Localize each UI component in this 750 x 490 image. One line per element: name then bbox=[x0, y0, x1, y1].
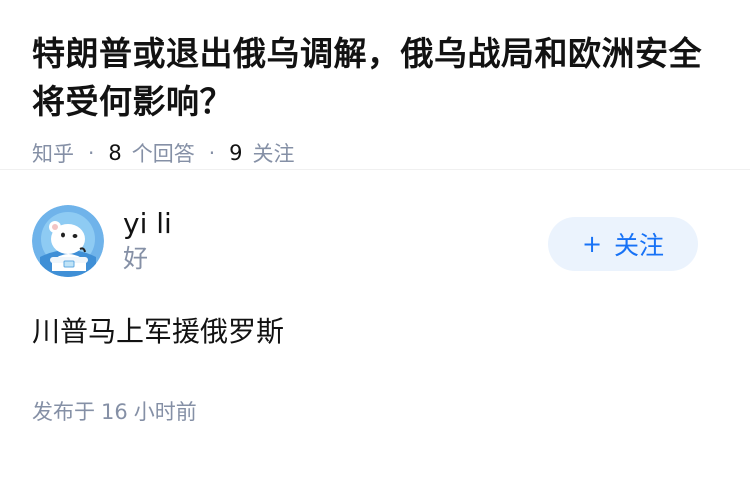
time-prefix: 发布于 bbox=[32, 400, 95, 424]
follow-count-label[interactable]: 关注 bbox=[252, 138, 294, 168]
follow-button-label: 关注 bbox=[614, 231, 665, 260]
answer-content[interactable]: 川普马上军援俄罗斯 bbox=[32, 312, 718, 352]
answer-count-label[interactable]: 个回答 bbox=[132, 138, 195, 168]
meta-separator: · bbox=[208, 141, 216, 165]
question-header: 特朗普或退出俄乌调解，俄乌战局和欧洲安全将受何影响？ 知乎 · 8 个回答 · … bbox=[0, 0, 750, 170]
question-meta: 知乎 · 8 个回答 · 9 关注 bbox=[32, 138, 718, 168]
answer-count: 8 bbox=[108, 141, 122, 165]
answer-time[interactable]: 发布于 16 小时前 bbox=[32, 396, 718, 426]
question-title[interactable]: 特朗普或退出俄乌调解，俄乌战局和欧洲安全将受何影响？ bbox=[32, 30, 718, 126]
time-suffix: 小时前 bbox=[133, 400, 197, 424]
follow-author-button[interactable]: + 关注 bbox=[548, 217, 698, 271]
answer-item: yi li 好 + 关注 川普马上军援俄罗斯 发布于 16 小时前 bbox=[0, 170, 750, 426]
author-name[interactable]: yi li bbox=[123, 206, 172, 242]
time-value: 16 bbox=[101, 400, 128, 424]
polar-bear-avatar-icon bbox=[32, 205, 104, 277]
meta-separator: · bbox=[88, 141, 95, 165]
plus-icon: + bbox=[581, 230, 603, 258]
author-info: yi li 好 bbox=[123, 206, 172, 276]
source-label[interactable]: 知乎 bbox=[32, 138, 74, 168]
author-row: yi li 好 + 关注 bbox=[32, 204, 718, 278]
author-bio: 好 bbox=[123, 244, 149, 273]
follow-count: 9 bbox=[229, 141, 243, 165]
avatar[interactable] bbox=[32, 205, 104, 277]
